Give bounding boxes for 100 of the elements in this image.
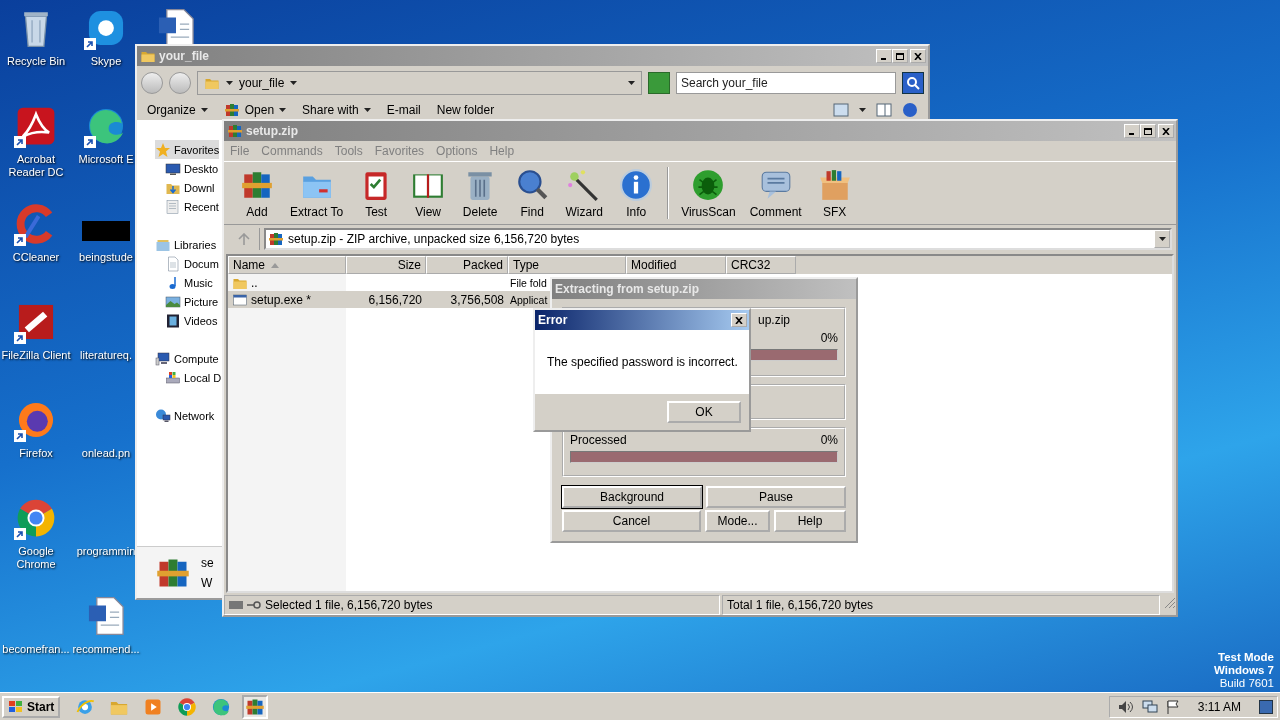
desktop-icon-label[interactable]: Google Chrome (0, 545, 72, 571)
dialog-button[interactable]: Cancel (562, 510, 701, 532)
start-button[interactable]: Start (2, 695, 61, 718)
dialog-button[interactable]: Mode... (705, 510, 770, 532)
application-icon (232, 291, 248, 308)
caret-icon (200, 108, 208, 112)
nav-item[interactable]: Downl (165, 178, 215, 197)
dialog-button[interactable]: Pause (706, 486, 846, 508)
close-button[interactable] (731, 313, 747, 327)
nav-item[interactable]: Deskto (165, 159, 219, 178)
column-header[interactable]: Packed (426, 256, 508, 274)
info-icon (619, 167, 654, 202)
desktop-icon-label[interactable]: onlead.pn (81, 447, 131, 460)
picture-icon (165, 293, 181, 310)
dialog-button[interactable]: Background (562, 486, 702, 508)
ok-button[interactable]: OK (667, 401, 741, 423)
close-button[interactable] (910, 49, 926, 63)
preview-pane-icon[interactable] (876, 103, 892, 117)
toolbar-button[interactable]: VirusScan (675, 165, 742, 221)
toolbar-button[interactable]: Share with (302, 103, 371, 117)
minimize-button[interactable] (876, 49, 892, 63)
dropdown-button[interactable] (1154, 229, 1170, 248)
nav-item[interactable]: Videos (165, 311, 218, 330)
toolbar-button[interactable]: Organize (147, 103, 208, 117)
path-field[interactable]: setup.zip - ZIP archive, unpacked size 6,156,720 bytes (264, 227, 1172, 250)
toolbar-button[interactable]: Find (507, 165, 558, 221)
resize-grip-icon[interactable] (1162, 595, 1176, 609)
film-icon (165, 312, 181, 329)
nav-item[interactable]: Favorites (155, 140, 220, 159)
toolbar-button[interactable]: Delete (455, 165, 506, 221)
close-icon (914, 52, 922, 60)
app-icon (15, 105, 57, 147)
toolbar-button[interactable]: Extract To (284, 165, 350, 221)
search-icon (515, 167, 550, 202)
file-row[interactable]: setup.exe * 6,156,720 3,756,508 Applicat (228, 291, 550, 308)
forward-button[interactable] (169, 72, 191, 94)
column-header[interactable]: CRC32 (726, 256, 796, 274)
toolbar-button[interactable]: SFX (809, 165, 860, 221)
nav-item[interactable]: Compute (155, 349, 219, 368)
column-header[interactable]: Modified (626, 256, 726, 274)
toolbar-button[interactable]: Wizard (559, 165, 610, 221)
file-row[interactable]: .. File fold (228, 274, 550, 291)
archive-icon (223, 102, 240, 118)
back-button[interactable] (141, 72, 163, 94)
caret-icon (628, 81, 635, 85)
column-header[interactable]: Type (508, 256, 626, 274)
toolbar-button[interactable]: View (403, 165, 454, 221)
table-cell: 6,156,720 (368, 292, 422, 307)
address-bar[interactable]: your_file (197, 71, 642, 95)
close-button[interactable] (1158, 124, 1174, 138)
drive-icon (229, 601, 243, 609)
nav-item[interactable]: Music (165, 273, 213, 292)
nav-item[interactable]: Picture (165, 292, 219, 311)
caret-icon (290, 81, 298, 85)
column-header[interactable]: Size (346, 256, 426, 274)
show-desktop-button[interactable] (1259, 699, 1273, 714)
flag-icon[interactable] (1165, 699, 1180, 714)
box-icon (817, 167, 852, 202)
desktop-icon-label[interactable]: Skype (90, 55, 122, 68)
maximize-button[interactable] (1140, 124, 1156, 138)
toolbar-button[interactable]: Open (223, 102, 287, 118)
column-header[interactable]: Name (228, 256, 346, 274)
maximize-button[interactable] (892, 49, 908, 63)
desktop-icon-label[interactable]: CCleaner (12, 251, 60, 264)
dialog-button[interactable]: Help (774, 510, 846, 532)
search-button[interactable] (902, 72, 924, 94)
toolbar-button[interactable]: Add (232, 165, 282, 221)
window-title: Extracting from setup.zip (555, 282, 701, 296)
search-icon (906, 76, 920, 90)
desktop-icon-label[interactable]: literatureq. (80, 349, 132, 362)
network-icon (155, 407, 171, 424)
error-message: The specified password is incorrect. (547, 355, 738, 369)
desktop-icon-label[interactable]: Microsoft E (78, 153, 134, 166)
speaker-icon[interactable] (1117, 699, 1134, 714)
desktop-icon-label[interactable]: Acrobat Reader DC (0, 153, 72, 179)
desktop-icon-label[interactable]: Firefox (19, 447, 53, 460)
desktop-icon-label[interactable]: FileZilla Client (1, 349, 71, 362)
bug-icon (691, 167, 726, 202)
close-icon (735, 316, 743, 324)
taskbar-app[interactable] (242, 694, 269, 719)
minimize-button[interactable] (1124, 124, 1140, 138)
toolbar-button[interactable]: New folder (436, 103, 495, 117)
nav-item[interactable]: Local D (165, 368, 222, 387)
nav-item[interactable]: Network (155, 406, 215, 425)
search-field[interactable]: Search your_file (676, 72, 896, 94)
toolbar-button[interactable]: Test (351, 165, 402, 221)
desktop-icon-label[interactable]: programmin (76, 545, 136, 558)
monitor-icon (165, 160, 181, 177)
percent-text: 0% (820, 331, 838, 345)
nav-item[interactable]: Recent (165, 197, 219, 216)
nav-item[interactable]: Libraries (155, 235, 217, 254)
toolbar-button[interactable]: Info (611, 165, 662, 221)
toolbar-button[interactable]: E-mail (386, 103, 421, 117)
network-icon[interactable] (1141, 699, 1158, 714)
nav-item[interactable]: Docum (165, 254, 219, 273)
desktop-icon-label[interactable]: beingstude (79, 251, 133, 264)
file-name: .. (251, 275, 258, 290)
toolbar-button[interactable]: Comment (743, 165, 808, 221)
desktop-icon-label[interactable]: Recycle Bin (6, 55, 66, 68)
clock[interactable]: 3:11 AM (1187, 699, 1251, 714)
